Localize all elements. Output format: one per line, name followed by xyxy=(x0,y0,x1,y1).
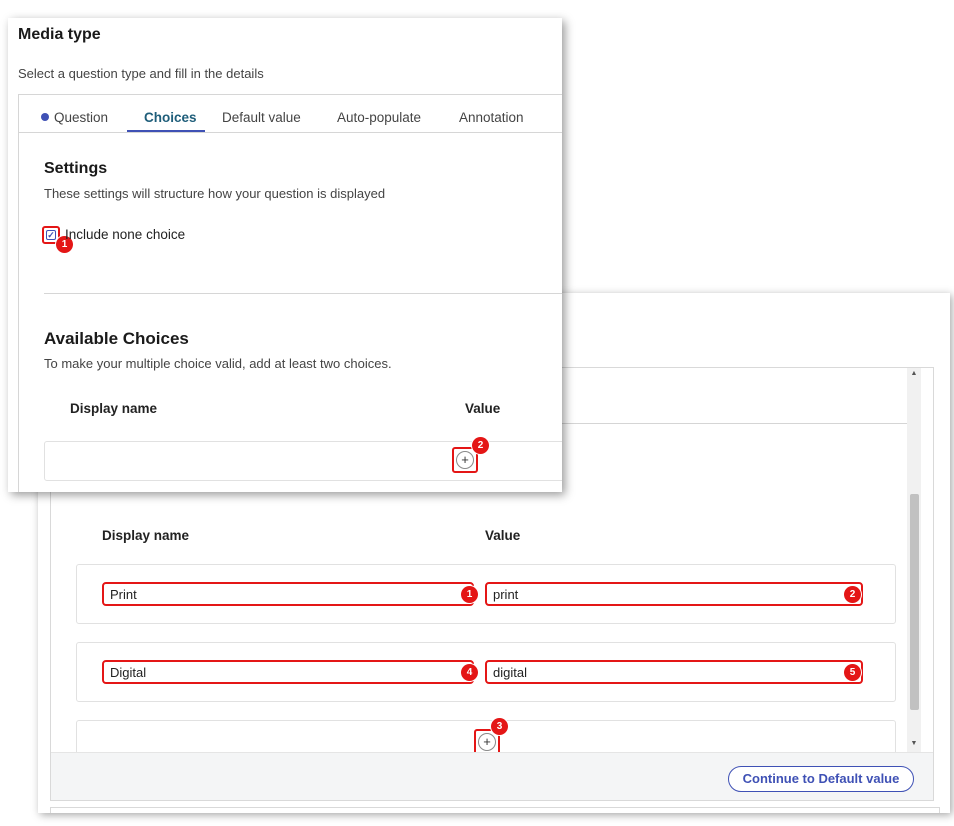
plus-circle-icon[interactable]: + xyxy=(478,733,496,751)
column-header-display-name: Display name xyxy=(102,528,190,543)
value-input[interactable]: digital xyxy=(485,660,863,684)
next-section-edge xyxy=(50,807,940,813)
scrollbar[interactable]: ▲ ▼ xyxy=(907,368,921,752)
settings-description: These settings will structure how your q… xyxy=(44,186,386,201)
page-subtitle: Select a question type and fill in the d… xyxy=(18,66,264,81)
checkbox-checked-icon[interactable]: ✓ xyxy=(46,230,56,240)
available-choices-description: To make your multiple choice valid, add … xyxy=(44,356,392,371)
tab-label: Question xyxy=(54,110,109,125)
value-input[interactable]: print xyxy=(485,582,863,606)
tab-annotation[interactable]: Annotation xyxy=(459,110,524,125)
scroll-thumb[interactable] xyxy=(910,494,919,710)
callout-badge: 2 xyxy=(472,437,489,454)
callout-badge: 3 xyxy=(491,718,508,735)
chevron-down-icon[interactable]: ▼ xyxy=(907,738,921,750)
tab-default-value[interactable]: Default value xyxy=(222,110,301,125)
tab-bar: Question Choices Default value Auto-popu… xyxy=(19,95,562,133)
plus-circle-icon[interactable]: + xyxy=(456,451,474,469)
callout-badge: 1 xyxy=(461,586,478,603)
continue-button[interactable]: Continue to Default value xyxy=(728,766,914,792)
callout-badge: 4 xyxy=(461,664,478,681)
display-name-input[interactable]: Print xyxy=(102,582,474,606)
tab-panel: Question Choices Default value Auto-popu… xyxy=(18,94,562,492)
footer-bar: Continue to Default value xyxy=(51,752,933,800)
display-name-input[interactable]: Digital xyxy=(102,660,474,684)
front-card: Media type Select a question type and fi… xyxy=(8,18,562,492)
column-header-value: Value xyxy=(485,528,521,543)
add-choice-row: + 2 xyxy=(44,437,562,481)
chevron-up-icon[interactable]: ▲ xyxy=(907,368,921,380)
tab-choices[interactable]: Choices xyxy=(144,110,197,125)
tab-auto-populate[interactable]: Auto-populate xyxy=(337,110,421,125)
callout-badge: 2 xyxy=(844,586,861,603)
page-title: Media type xyxy=(18,26,101,43)
section-divider xyxy=(44,293,562,294)
choice-row: Print 1 print 2 xyxy=(76,564,896,624)
available-choices-title: Available Choices xyxy=(44,329,189,348)
column-header-display-name: Display name xyxy=(70,401,158,416)
tab-question[interactable]: Question xyxy=(41,110,108,125)
callout-badge: 5 xyxy=(844,664,861,681)
include-none-label: Include none choice xyxy=(65,227,186,242)
settings-title: Settings xyxy=(44,160,108,177)
column-header-value: Value xyxy=(465,401,501,416)
status-dot-icon xyxy=(41,113,49,121)
add-choice-row: + 3 xyxy=(76,718,896,752)
choice-row: Digital 4 digital 5 xyxy=(76,642,896,702)
active-tab-indicator xyxy=(127,130,205,132)
